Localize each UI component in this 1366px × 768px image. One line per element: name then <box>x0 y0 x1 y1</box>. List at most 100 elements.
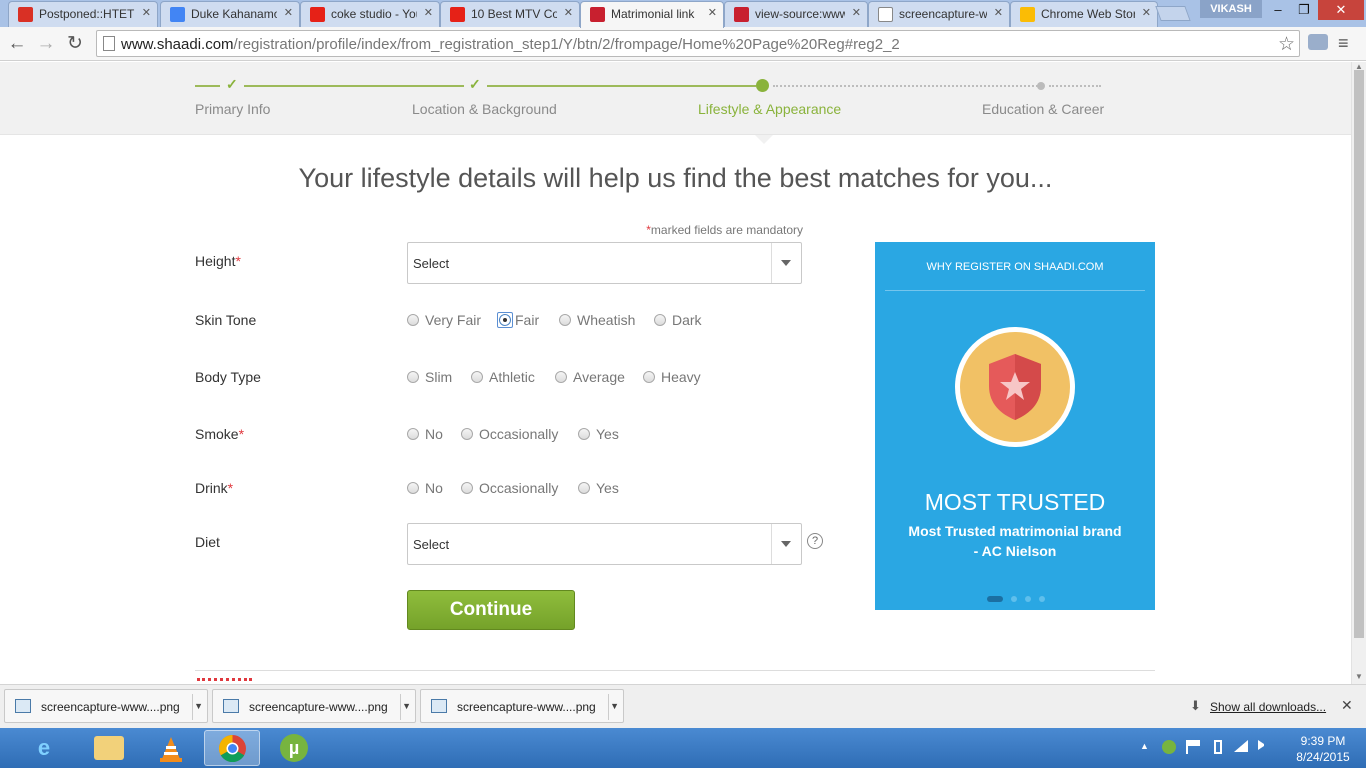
step-location-background[interactable]: Location & Background <box>412 101 557 117</box>
tray-expand-icon[interactable]: ▲ <box>1140 741 1149 751</box>
vlc-icon[interactable] <box>142 730 198 766</box>
radio-icon[interactable] <box>461 428 473 440</box>
profile-user-badge[interactable]: VIKASH <box>1200 0 1262 18</box>
browser-tab[interactable]: Matrimonial link ✕ <box>580 1 724 28</box>
radio-icon[interactable] <box>559 314 571 326</box>
restore-button[interactable]: ❐ <box>1290 0 1318 20</box>
radio-label: Dark <box>672 312 702 328</box>
clock-time[interactable]: 9:39 PM <box>1290 734 1356 748</box>
window-close-button[interactable]: ✕ <box>1318 0 1364 20</box>
url-text[interactable]: www.shaadi.com/registration/profile/inde… <box>121 36 900 53</box>
windows-taskbar: e µ ▲ 9:39 PM 8/24/2015 <box>0 728 1366 768</box>
reload-button[interactable]: ↻ <box>62 31 88 57</box>
tab-title: Matrimonial link <box>611 7 695 21</box>
diet-select[interactable]: Select <box>407 523 802 565</box>
close-tab-icon[interactable]: ✕ <box>142 6 151 19</box>
radio-icon[interactable] <box>407 482 419 494</box>
address-bar[interactable]: www.shaadi.com/registration/profile/inde… <box>96 30 1300 57</box>
chrome-logo-icon <box>218 735 246 763</box>
radio-label: Yes <box>596 480 619 496</box>
browser-tab[interactable]: Postponed::HTET ✕ <box>8 1 158 27</box>
pager-dot[interactable] <box>1011 596 1017 602</box>
required-star: * <box>227 480 234 496</box>
browser-tab-strip: Postponed::HTET✕Duke Kahanamoku✕coke stu… <box>0 0 1366 28</box>
download-filename: screencapture-www....png <box>41 700 180 714</box>
chrome-icon[interactable] <box>204 730 260 766</box>
browser-tab[interactable]: screencapture-w ✕ <box>868 1 1010 27</box>
flag-icon[interactable] <box>1186 740 1200 754</box>
gmail-icon <box>18 7 33 22</box>
close-tab-icon[interactable]: ✕ <box>852 6 861 19</box>
radio-icon[interactable] <box>578 428 590 440</box>
image-file-icon <box>15 699 31 713</box>
new-tab-button[interactable] <box>1155 6 1191 21</box>
minimize-button[interactable]: – <box>1264 0 1292 20</box>
pager-dot[interactable] <box>1039 596 1045 602</box>
download-item[interactable]: screencapture-www....png ▼ <box>420 689 624 723</box>
internet-explorer-icon[interactable]: e <box>16 730 72 766</box>
back-button[interactable]: ← <box>4 31 30 57</box>
radio-label: Wheatish <box>577 312 636 328</box>
radio-label: Slim <box>425 369 453 385</box>
download-item[interactable]: screencapture-www....png ▼ <box>4 689 208 723</box>
radio-icon[interactable] <box>471 371 483 383</box>
download-separator <box>400 694 401 720</box>
continue-button[interactable]: Continue <box>407 590 575 630</box>
close-tab-icon[interactable]: ✕ <box>284 6 293 19</box>
browser-tab[interactable]: Duke Kahanamoku ✕ <box>160 1 300 27</box>
chrome-icon <box>1020 7 1035 22</box>
radio-icon[interactable] <box>407 371 419 383</box>
radio-icon[interactable] <box>407 314 419 326</box>
close-downloads-bar-icon[interactable]: ✕ <box>1341 697 1353 714</box>
page-icon <box>878 7 893 22</box>
radio-icon[interactable] <box>555 371 567 383</box>
close-tab-icon[interactable]: ✕ <box>994 6 1003 19</box>
radio-icon[interactable] <box>461 482 473 494</box>
radio-checked-icon[interactable] <box>499 314 511 326</box>
height-select[interactable]: Select <box>407 242 802 284</box>
step-line-pending <box>1049 85 1101 87</box>
chevron-down-icon <box>781 260 791 266</box>
pager-dot[interactable] <box>1025 596 1031 602</box>
why-register-panel: WHY REGISTER ON SHAADI.COM MOST TRUSTED … <box>875 242 1155 610</box>
file-explorer-icon[interactable] <box>80 730 136 766</box>
browser-tab[interactable]: view-source:www ✕ <box>724 1 868 27</box>
close-tab-icon[interactable]: ✕ <box>708 6 717 19</box>
scrollbar-thumb[interactable] <box>1354 70 1364 638</box>
step-primary-info[interactable]: Primary Info <box>195 101 270 117</box>
utorrent-icon[interactable]: µ <box>266 730 322 766</box>
shield-star-icon <box>989 354 1041 420</box>
utorrent-tray-icon[interactable] <box>1162 740 1176 754</box>
close-tab-icon[interactable]: ✕ <box>564 6 573 19</box>
radio-icon[interactable] <box>654 314 666 326</box>
download-item[interactable]: screencapture-www....png ▼ <box>212 689 416 723</box>
close-tab-icon[interactable]: ✕ <box>424 6 433 19</box>
battery-icon[interactable] <box>1214 740 1222 754</box>
browser-tab[interactable]: 10 Best MTV Coke ✕ <box>440 1 580 27</box>
forward-button[interactable]: → <box>33 31 59 57</box>
page-scrollbar[interactable]: ▲ ▼ <box>1351 62 1366 684</box>
chevron-down-icon[interactable]: ▼ <box>194 701 203 711</box>
browser-tab[interactable]: coke studio - YouTube ✕ <box>300 1 440 27</box>
show-all-downloads-link[interactable]: Show all downloads... <box>1210 700 1326 714</box>
help-icon[interactable]: ? <box>807 533 823 549</box>
signal-icon[interactable] <box>1234 740 1248 752</box>
radio-icon[interactable] <box>578 482 590 494</box>
radio-icon[interactable] <box>407 428 419 440</box>
chevron-down-icon[interactable]: ▼ <box>402 701 411 711</box>
tab-title: coke studio - YouTube <box>331 7 417 21</box>
step-pointer <box>755 135 773 144</box>
clock-date[interactable]: 8/24/2015 <box>1290 750 1356 764</box>
browser-tab[interactable]: Chrome Web Store ✕ <box>1010 1 1158 27</box>
pager-dot-active[interactable] <box>987 596 1003 602</box>
camera-extension-icon[interactable] <box>1308 34 1328 50</box>
scroll-down-icon[interactable]: ▼ <box>1355 672 1363 681</box>
radio-icon[interactable] <box>643 371 655 383</box>
bookmark-star-icon[interactable]: ☆ <box>1278 33 1295 56</box>
close-tab-icon[interactable]: ✕ <box>1142 6 1151 19</box>
smoke-label: Smoke* <box>195 426 244 442</box>
volume-icon[interactable] <box>1258 740 1272 750</box>
chevron-down-icon[interactable]: ▼ <box>610 701 619 711</box>
mandatory-note: *marked fields are mandatory <box>560 223 803 237</box>
chrome-menu-icon[interactable]: ≡ <box>1338 33 1349 54</box>
